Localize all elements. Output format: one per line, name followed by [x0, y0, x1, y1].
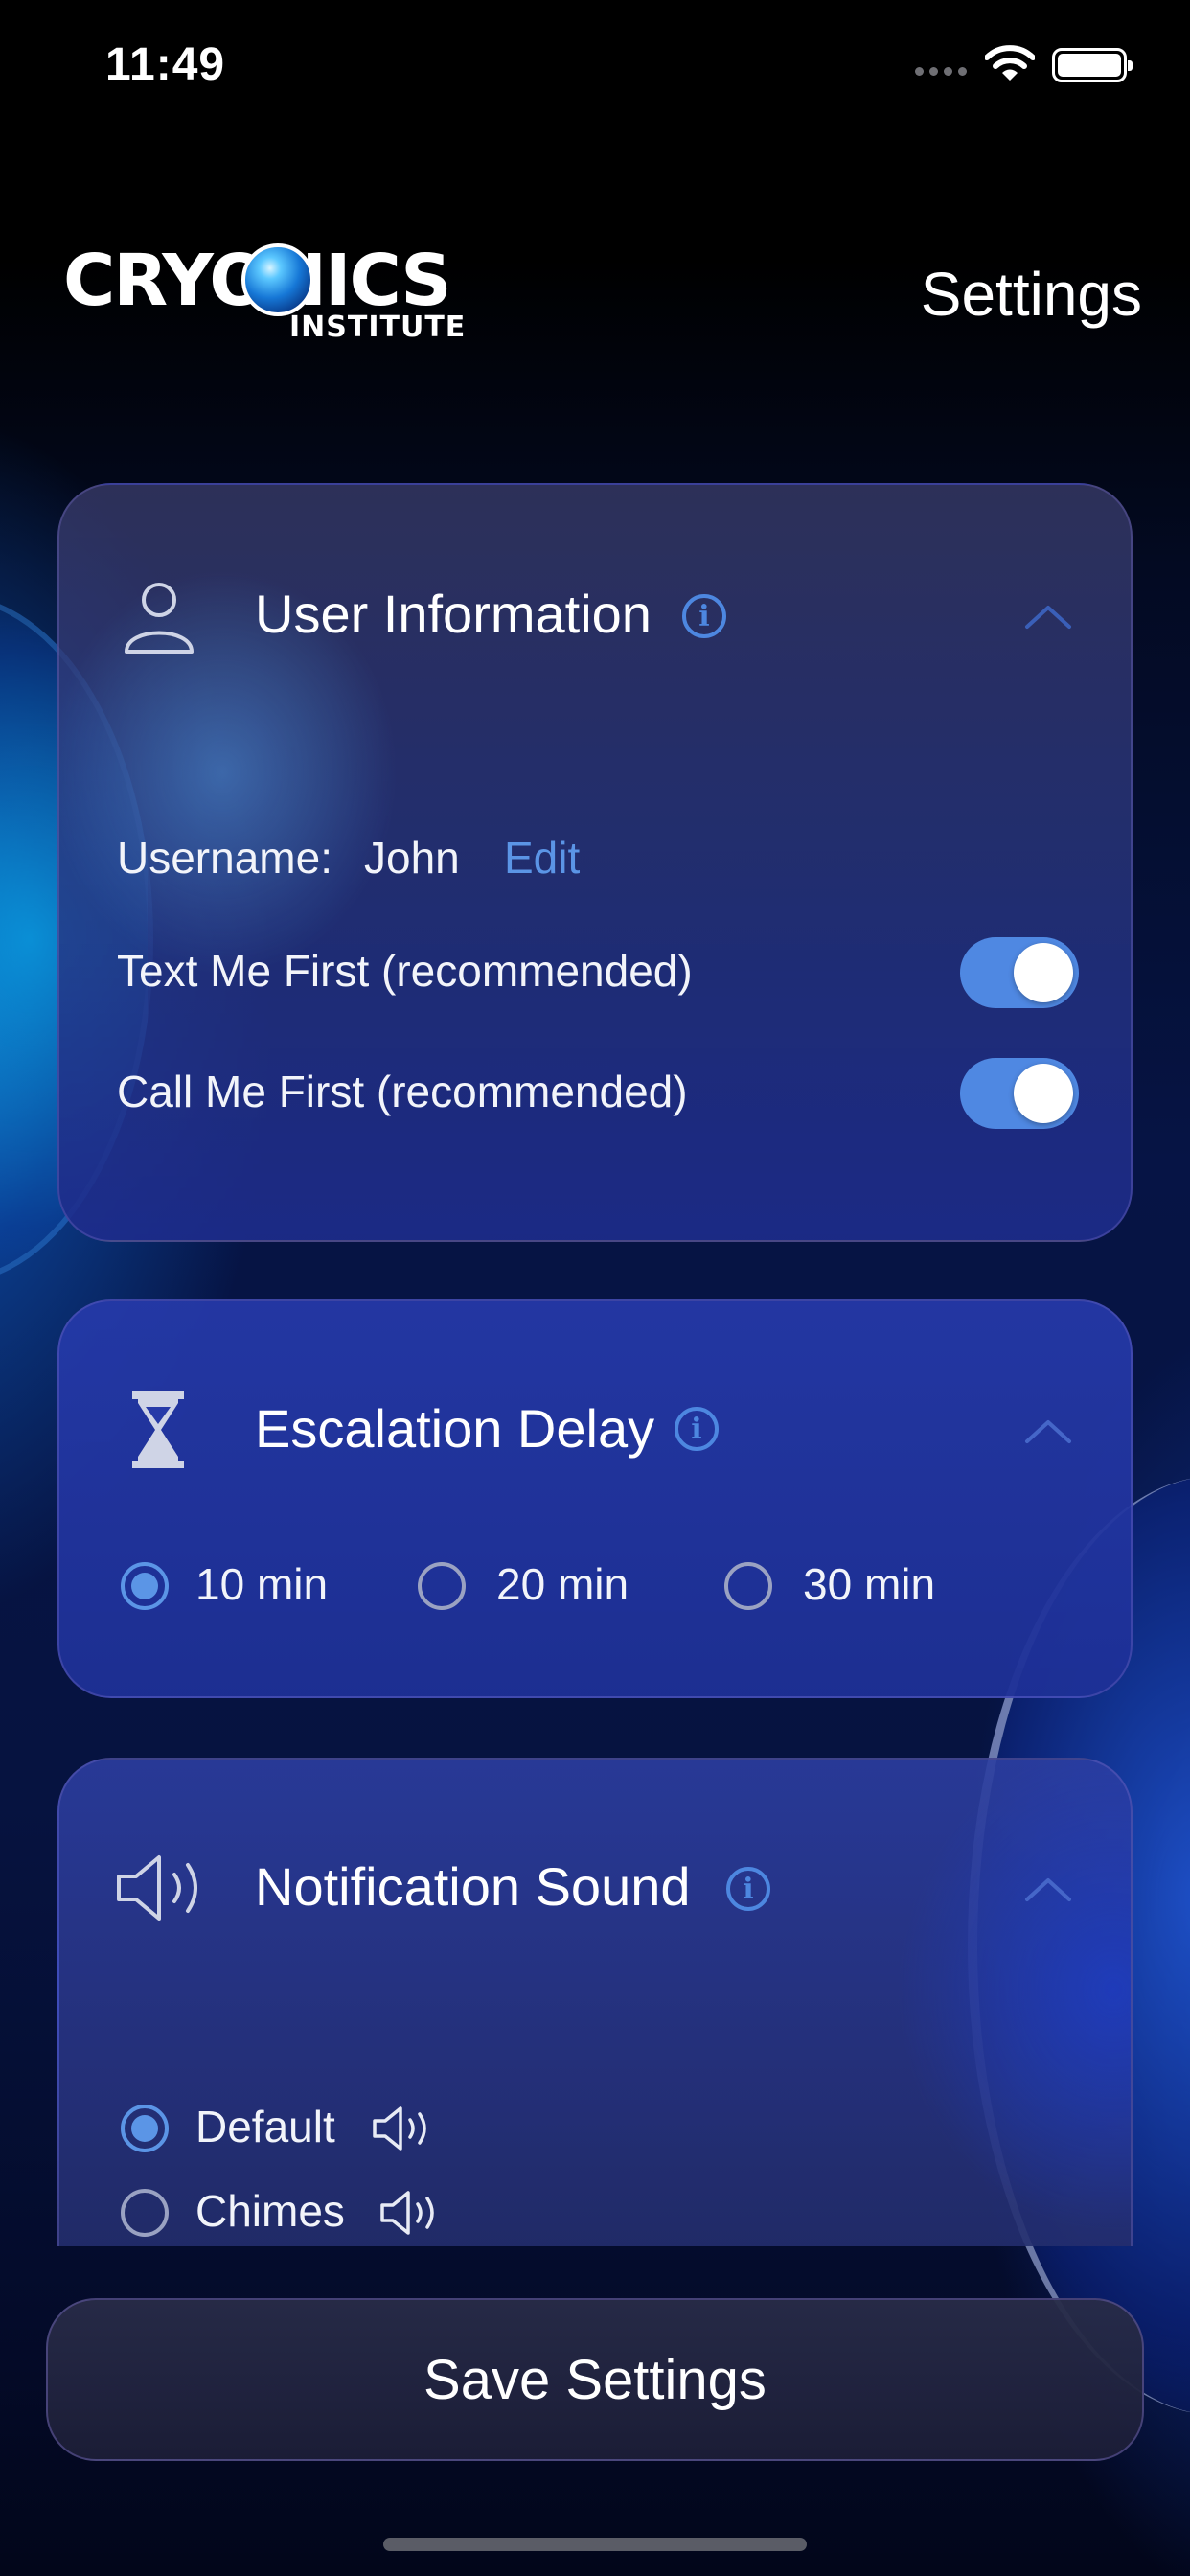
wifi-icon	[985, 45, 1035, 80]
delay-10-min-label[interactable]: 10 min	[195, 1558, 328, 1610]
logo-globe-icon	[241, 243, 314, 316]
cryonics-logo: CRYONICS INSTITUTE	[63, 243, 475, 344]
escalation-delay-card: Escalation Delay i 10 min 20 min 30 min	[57, 1300, 1133, 1698]
username-label: Username:	[117, 833, 332, 883]
delay-20-min-radio[interactable]	[418, 1562, 466, 1610]
info-icon[interactable]: i	[726, 1867, 770, 1911]
chevron-up-icon[interactable]	[1023, 1874, 1073, 1903]
chevron-up-icon[interactable]	[1023, 602, 1073, 631]
hourglass-icon	[132, 1392, 184, 1468]
battery-icon	[1052, 48, 1133, 82]
settings-screen: 11:49 CRYONICS INSTITUTE Settings User I…	[0, 0, 1190, 2576]
delay-30-min-radio[interactable]	[724, 1562, 772, 1610]
play-sound-default-icon[interactable]	[372, 2104, 435, 2152]
info-icon[interactable]: i	[675, 1407, 719, 1451]
speaker-icon	[117, 1855, 197, 1920]
play-sound-chimes-icon[interactable]	[379, 2189, 443, 2237]
escalation-delay-title: Escalation Delay	[255, 1398, 655, 1459]
person-icon	[125, 583, 194, 654]
notification-sound-title: Notification Sound	[255, 1856, 691, 1917]
escalation-delay-header[interactable]: Escalation Delay i	[59, 1301, 1131, 1493]
text-me-first-toggle[interactable]	[960, 937, 1079, 1008]
delay-10-min-radio[interactable]	[121, 1562, 169, 1610]
info-icon[interactable]: i	[682, 594, 726, 638]
chevron-up-icon[interactable]	[1023, 1416, 1073, 1445]
text-me-first-label: Text Me First (recommended)	[117, 946, 693, 996]
logo-subtitle: INSTITUTE	[289, 310, 467, 344]
status-bar: 11:49	[0, 0, 1190, 134]
sound-default-radio[interactable]	[121, 2104, 169, 2152]
delay-20-min-label[interactable]: 20 min	[496, 1558, 629, 1610]
user-information-title: User Information	[255, 584, 652, 644]
edit-username-link[interactable]: Edit	[504, 832, 580, 884]
sound-default-label[interactable]: Default	[195, 2101, 335, 2152]
user-information-card: User Information i Username: John Edit T…	[57, 483, 1133, 1242]
status-time: 11:49	[105, 39, 226, 90]
save-settings-button[interactable]: Save Settings	[46, 2298, 1144, 2461]
call-me-first-toggle[interactable]	[960, 1058, 1079, 1129]
user-information-header[interactable]: User Information i	[59, 485, 1131, 677]
sound-chimes-radio[interactable]	[121, 2189, 169, 2237]
notification-sound-card: Notification Sound i Default Chimes	[57, 1758, 1133, 2246]
home-indicator[interactable]	[383, 2538, 807, 2551]
username-value: John	[364, 833, 460, 883]
delay-30-min-label[interactable]: 30 min	[803, 1558, 935, 1610]
cellular-signal-icon	[915, 67, 967, 76]
notification-sound-header[interactable]: Notification Sound i	[59, 1760, 1131, 1951]
call-me-first-label: Call Me First (recommended)	[117, 1067, 688, 1116]
page-title: Settings	[920, 260, 1142, 329]
sound-chimes-label[interactable]: Chimes	[195, 2185, 345, 2237]
